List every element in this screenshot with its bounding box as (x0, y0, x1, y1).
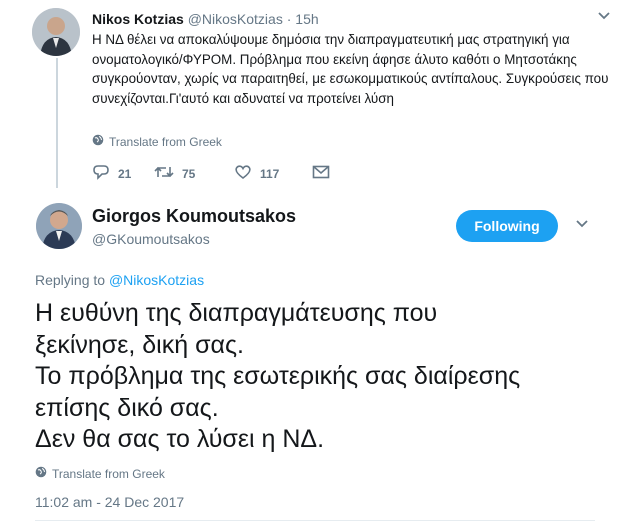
author-handle[interactable]: @GKoumoutsakos (92, 231, 210, 247)
tweet-timestamp[interactable]: 11:02 am - 24 Dec 2017 (35, 494, 184, 510)
avatar[interactable] (36, 203, 82, 249)
retweet-count: 75 (182, 166, 196, 181)
globe-icon (35, 466, 47, 481)
tweet-actions: 21 75 117 (92, 164, 330, 183)
tweet-text-line: Δεν θα σας το λύσει η ΝΔ. (35, 425, 325, 453)
following-button[interactable]: Following (456, 210, 558, 242)
chevron-down-icon[interactable] (597, 9, 611, 24)
tweet-time[interactable]: 15h (295, 11, 318, 27)
tweet-text: Η ευθύνη της διαπραγμάτευσης που ξεκίνησ… (35, 298, 615, 456)
replying-to-prefix: Replying to (35, 272, 106, 288)
reply-icon (92, 164, 110, 183)
like-button[interactable]: 117 (234, 164, 312, 183)
retweet-icon (154, 164, 174, 183)
tweet-text-line: Η ευθύνη της διαπραγμάτευσης που (35, 299, 438, 327)
translate-label: Translate from Greek (109, 134, 222, 149)
translate-link[interactable]: Translate from Greek (35, 466, 165, 481)
like-count: 117 (260, 166, 280, 181)
chevron-down-icon[interactable] (575, 216, 589, 232)
separator-dot: · (286, 11, 292, 27)
replying-to: Replying to @NikosKotzias (35, 272, 204, 288)
author-handle[interactable]: @NikosKotzias (188, 11, 283, 27)
avatar[interactable] (32, 8, 80, 56)
tweet-text-line: ξεκίνησε, δική σας. (35, 330, 244, 359)
tweet-author-line: Nikos Kotzias @NikosKotzias · 15h (92, 11, 319, 27)
direct-message-icon (312, 165, 330, 182)
author-name[interactable]: Nikos Kotzias (92, 11, 184, 27)
tweet-text-line: επίσης δικό σας. (35, 393, 219, 422)
heart-icon (234, 164, 252, 183)
tweet-text-line: Το πρόβλημα της εσωτερικής σας διαίρεσης (35, 362, 521, 390)
tweet-text: Η ΝΔ θέλει να αποκαλύψουμε δημόσια την δ… (92, 32, 609, 106)
replying-to-handle-link[interactable]: @NikosKotzias (109, 272, 204, 288)
divider (35, 520, 595, 521)
globe-icon (92, 134, 104, 149)
translate-label: Translate from Greek (52, 466, 165, 481)
direct-message-button[interactable] (312, 165, 330, 182)
retweet-button[interactable]: 75 (154, 164, 234, 183)
reply-button[interactable]: 21 (92, 164, 154, 183)
reply-count: 21 (118, 166, 132, 181)
translate-link[interactable]: Translate from Greek (92, 134, 222, 149)
author-name[interactable]: Giorgos Koumoutsakos (92, 206, 296, 227)
thread-line (56, 58, 58, 188)
